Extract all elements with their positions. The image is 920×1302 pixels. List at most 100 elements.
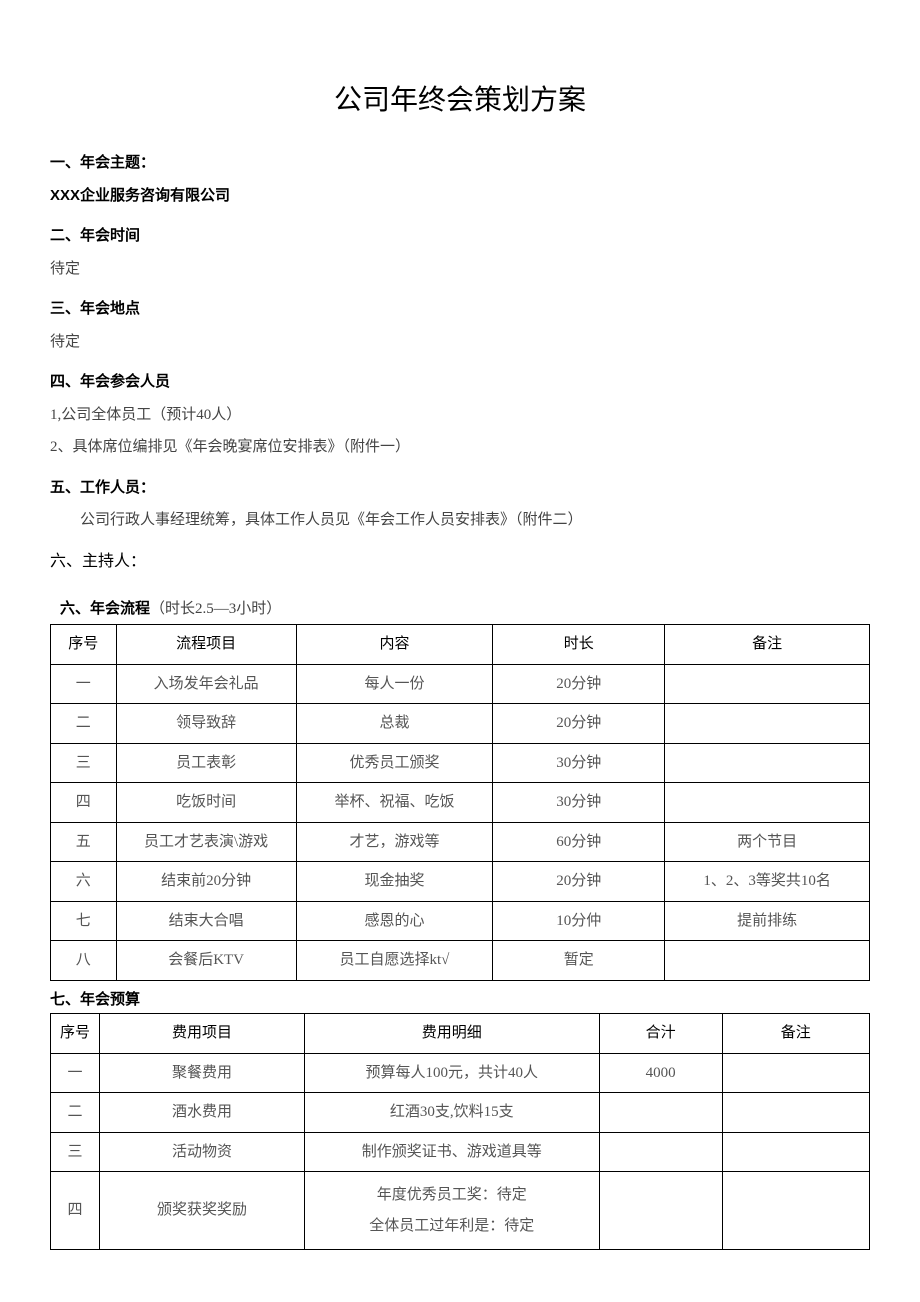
cell: 优秀员工颁奖 xyxy=(296,743,493,783)
cell: 总裁 xyxy=(296,704,493,744)
section-6-heading: 六、年会流程（时长2.5—3小时） xyxy=(60,598,870,621)
table-row: 三 员工表彰 优秀员工颁奖 30分钟 xyxy=(51,743,870,783)
cell: 五 xyxy=(51,822,117,862)
section-5-body: 公司行政人事经理统筹，具体工作人员见《年会工作人员安排表》（附件二） xyxy=(50,509,870,532)
table-row: 七 结束大合唱 感恩的心 10分仲 提前排练 xyxy=(51,901,870,941)
table-header-row: 序号 费用项目 费用明细 合汁 备注 xyxy=(51,1014,870,1054)
table-row: 一 入场发年会礼品 每人一份 20分钟 xyxy=(51,664,870,704)
cell: 吃饭时间 xyxy=(116,783,296,823)
cell: 年度优秀员工奖：待定 全体员工过年利是：待定 xyxy=(304,1172,599,1250)
cell xyxy=(599,1132,722,1172)
table-row: 六 结束前20分钟 现金抽奖 20分钟 1、2、3等奖共10名 xyxy=(51,862,870,902)
cell: 每人一份 xyxy=(296,664,493,704)
section-2-body: 待定 xyxy=(50,258,870,281)
cell: 20分钟 xyxy=(493,664,665,704)
cell: 10分仲 xyxy=(493,901,665,941)
budget-table: 序号 费用项目 费用明细 合汁 备注 一 聚餐费用 预算每人100元，共计40人… xyxy=(50,1013,870,1250)
table-row: 二 领导致辞 总裁 20分钟 xyxy=(51,704,870,744)
section-4-heading: 四、年会参会人员 xyxy=(50,371,870,394)
section-5-heading: 五、工作人员： xyxy=(50,477,870,500)
cell xyxy=(665,783,870,823)
cell: 预算每人100元，共计40人 xyxy=(304,1053,599,1093)
section-3-heading: 三、年会地点 xyxy=(50,298,870,321)
section-4-line2: 2、具体席位编排见《年会晚宴席位安排表》（附件一） xyxy=(50,436,870,459)
cell xyxy=(599,1172,722,1250)
section-1-heading: 一、年会主题： xyxy=(50,152,870,175)
cell xyxy=(665,743,870,783)
cell: 六 xyxy=(51,862,117,902)
cell xyxy=(722,1172,869,1250)
cell: 30分钟 xyxy=(493,783,665,823)
section-4-line1: 1,公司全体员工（预计40人） xyxy=(50,404,870,427)
cell: 员工才艺表演\游戏 xyxy=(116,822,296,862)
cell: 入场发年会礼品 xyxy=(116,664,296,704)
cell: 八 xyxy=(51,941,117,981)
cell: 活动物资 xyxy=(100,1132,305,1172)
cell xyxy=(665,664,870,704)
table-row: 八 会餐后KTV 员工自愿选择kt√ 暂定 xyxy=(51,941,870,981)
table-row: 五 员工才艺表演\游戏 才艺，游戏等 60分钟 两个节目 xyxy=(51,822,870,862)
flow-header-duration: 时长 xyxy=(493,625,665,665)
cell: 结束前20分钟 xyxy=(116,862,296,902)
cell: 员工自愿选择kt√ xyxy=(296,941,493,981)
cell: 4000 xyxy=(599,1053,722,1093)
cell: 两个节目 xyxy=(665,822,870,862)
cell: 感恩的心 xyxy=(296,901,493,941)
cell: 七 xyxy=(51,901,117,941)
budget-header-detail: 费用明细 xyxy=(304,1014,599,1054)
budget-header-note: 备注 xyxy=(722,1014,869,1054)
page-title: 公司年终会策划方案 xyxy=(50,80,870,122)
table-row: 三 活动物资 制作颁奖证书、游戏道具等 xyxy=(51,1132,870,1172)
cell: 红酒30支,饮料15支 xyxy=(304,1093,599,1133)
cell: 才艺，游戏等 xyxy=(296,822,493,862)
cell: 四 xyxy=(51,1172,100,1250)
cell xyxy=(665,704,870,744)
table-row: 四 颁奖获奖奖励 年度优秀员工奖：待定 全体员工过年利是：待定 xyxy=(51,1172,870,1250)
section-2-heading: 二、年会时间 xyxy=(50,225,870,248)
cell: 三 xyxy=(51,743,117,783)
table-row: 二 酒水费用 红酒30支,饮料15支 xyxy=(51,1093,870,1133)
cell: 30分钟 xyxy=(493,743,665,783)
cell: 一 xyxy=(51,1053,100,1093)
flow-header-no: 序号 xyxy=(51,625,117,665)
cell: 20分钟 xyxy=(493,862,665,902)
table-header-row: 序号 流程项目 内容 时长 备注 xyxy=(51,625,870,665)
budget-header-item: 费用项目 xyxy=(100,1014,305,1054)
cell-line1: 年度优秀员工奖：待定 xyxy=(311,1180,593,1211)
flow-table: 序号 流程项目 内容 时长 备注 一 入场发年会礼品 每人一份 20分钟 二 领… xyxy=(50,624,870,981)
cell: 二 xyxy=(51,704,117,744)
cell: 三 xyxy=(51,1132,100,1172)
cell xyxy=(722,1093,869,1133)
cell: 提前排练 xyxy=(665,901,870,941)
cell: 领导致辞 xyxy=(116,704,296,744)
flow-header-item: 流程项目 xyxy=(116,625,296,665)
section-1-body: XXX企业服务咨询有限公司 xyxy=(50,185,870,208)
cell: 20分钟 xyxy=(493,704,665,744)
section-6-heading-bold: 六、年会流程 xyxy=(60,600,150,617)
cell xyxy=(722,1053,869,1093)
cell: 四 xyxy=(51,783,117,823)
flow-header-note: 备注 xyxy=(665,625,870,665)
cell: 会餐后KTV xyxy=(116,941,296,981)
cell-line2: 全体员工过年利是：待定 xyxy=(311,1211,593,1242)
cell: 一 xyxy=(51,664,117,704)
cell: 聚餐费用 xyxy=(100,1053,305,1093)
cell: 二 xyxy=(51,1093,100,1133)
cell: 员工表彰 xyxy=(116,743,296,783)
cell xyxy=(599,1093,722,1133)
table-row: 四 吃饭时间 举杯、祝福、吃饭 30分钟 xyxy=(51,783,870,823)
cell: 60分钟 xyxy=(493,822,665,862)
section-7-heading: 七、年会预算 xyxy=(50,989,870,1012)
section-6-heading-note: （时长2.5—3小时） xyxy=(150,601,281,617)
flow-header-content: 内容 xyxy=(296,625,493,665)
cell xyxy=(722,1132,869,1172)
cell: 结束大合唱 xyxy=(116,901,296,941)
cell: 举杯、祝福、吃饭 xyxy=(296,783,493,823)
table-row: 一 聚餐费用 预算每人100元，共计40人 4000 xyxy=(51,1053,870,1093)
cell xyxy=(665,941,870,981)
cell: 现金抽奖 xyxy=(296,862,493,902)
section-6a-heading: 六、主持人： xyxy=(50,550,870,574)
cell: 酒水费用 xyxy=(100,1093,305,1133)
budget-header-no: 序号 xyxy=(51,1014,100,1054)
section-3-body: 待定 xyxy=(50,331,870,354)
